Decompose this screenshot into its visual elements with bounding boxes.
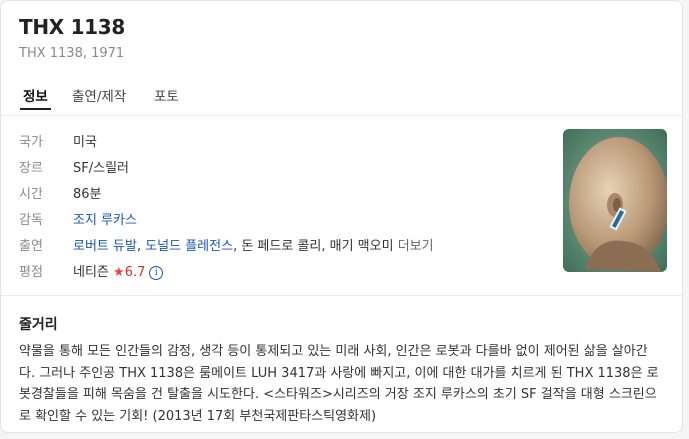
tab-photo[interactable]: 포토 xyxy=(154,85,179,105)
runtime-value: 86분 xyxy=(73,187,102,202)
rating-score: 6.7 xyxy=(124,265,146,280)
director-link[interactable]: 조지 루카스 xyxy=(73,209,137,228)
synopsis-text: 약물을 통해 모든 인간들의 감정, 생각 등이 통제되고 있는 미래 사회, … xyxy=(19,344,659,424)
cast-more-link[interactable]: 더보기 xyxy=(398,239,434,254)
cast-link[interactable]: 로버트 듀발 xyxy=(73,239,137,254)
tab-cast-crew[interactable]: 출연/제작 xyxy=(72,85,126,105)
cast-name: 돈 페드로 콜리 xyxy=(241,239,322,254)
country-label: 국가 xyxy=(19,135,43,150)
movie-poster-image xyxy=(563,129,667,272)
genre-label: 장르 xyxy=(19,161,43,176)
cast-name: 매기 맥오미 xyxy=(329,239,394,254)
info-icon[interactable]: i xyxy=(149,266,164,280)
cast-list: 로버트 듀발, 도널드 플레전스, 돈 페드로 콜리, 매기 맥오미 더보기 xyxy=(73,239,434,254)
movie-title: THX 1138 xyxy=(19,15,126,39)
star-icon: ★ xyxy=(113,265,125,280)
movie-info-card: THX 1138 THX 1138, 1971 정보 출연/제작 포토 국가 미… xyxy=(0,0,683,433)
rating-value: 네티즌 ★6.7 i xyxy=(73,261,164,280)
rating-source: 네티즌 xyxy=(73,265,109,280)
movie-poster[interactable] xyxy=(563,129,667,272)
section-divider xyxy=(1,295,682,296)
rating-label: 평점 xyxy=(19,265,43,280)
movie-subtitle: THX 1138, 1971 xyxy=(19,46,125,61)
cast-label: 출연 xyxy=(19,239,43,254)
tab-bar: 정보 출연/제작 포토 xyxy=(1,79,682,116)
tab-info[interactable]: 정보 xyxy=(20,85,51,110)
country-value: 미국 xyxy=(73,135,97,150)
cast-link[interactable]: 도널드 플레전스 xyxy=(145,239,233,254)
synopsis-heading: 줄거리 xyxy=(19,317,58,333)
director-label: 감독 xyxy=(19,213,43,228)
genre-value: SF/스릴러 xyxy=(73,161,129,176)
runtime-label: 시간 xyxy=(19,187,43,202)
